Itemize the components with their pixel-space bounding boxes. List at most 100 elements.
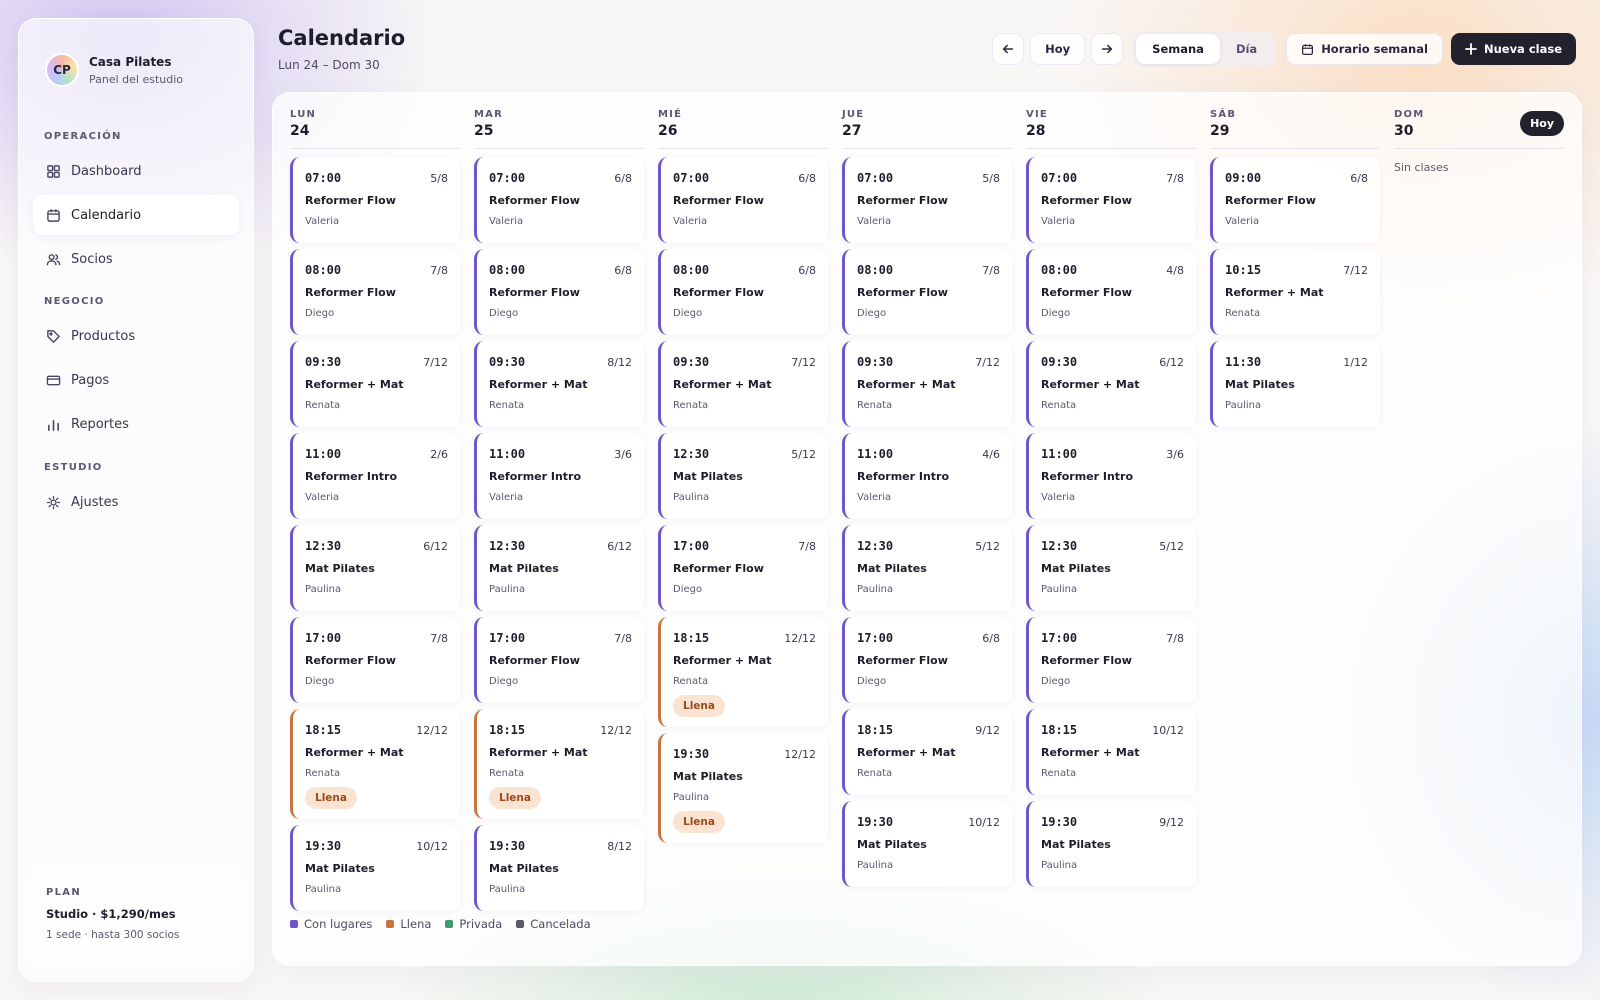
day-name: VIE <box>1026 109 1048 120</box>
class-capacity: 5/12 <box>975 540 1000 553</box>
class-card[interactable]: 10:15 7/12 Reformer + Mat Renata <box>1210 249 1380 335</box>
day-number: 25 <box>474 123 494 139</box>
class-name: Reformer Flow <box>857 286 948 299</box>
bar-chart-icon <box>45 416 61 432</box>
class-capacity: 3/6 <box>614 448 632 461</box>
class-capacity: 6/8 <box>798 172 816 185</box>
sidebar-item-socios[interactable]: Socios <box>33 239 239 279</box>
class-name: Mat Pilates <box>1225 378 1295 391</box>
next-week-button[interactable] <box>1091 33 1124 65</box>
class-card[interactable]: 19:30 10/12 Mat Pilates Paulina <box>842 801 1012 887</box>
class-card[interactable]: 12:30 5/12 Mat Pilates Paulina <box>1026 525 1196 611</box>
sidebar-item-label: Dashboard <box>71 163 142 179</box>
class-card[interactable]: 19:30 12/12 Mat Pilates Paulina Llena <box>658 733 828 843</box>
class-teacher: Paulina <box>489 584 526 595</box>
class-time: 19:30 <box>489 839 526 853</box>
class-card[interactable]: 18:15 9/12 Reformer + Mat Renata <box>842 709 1012 795</box>
class-card[interactable]: 11:00 3/6 Reformer Intro Valeria <box>1026 433 1196 519</box>
view-day-tab[interactable]: Día <box>1220 34 1273 64</box>
class-card[interactable]: 11:00 2/6 Reformer Intro Valeria <box>290 433 460 519</box>
class-time: 18:15 <box>673 631 710 645</box>
class-card[interactable]: 18:15 10/12 Reformer + Mat Renata <box>1026 709 1196 795</box>
sidebar-item-reportes[interactable]: Reportes <box>33 404 239 444</box>
class-name: Mat Pilates <box>673 470 743 483</box>
class-card[interactable]: 08:00 4/8 Reformer Flow Diego <box>1026 249 1196 335</box>
today-button[interactable]: Hoy <box>1030 33 1086 65</box>
sidebar-item-ajustes[interactable]: Ajustes <box>33 482 239 522</box>
class-name: Mat Pilates <box>857 562 927 575</box>
class-card[interactable]: 12:30 5/12 Mat Pilates Paulina <box>658 433 828 519</box>
studio-brand[interactable]: CP Casa Pilates Panel del estudio <box>45 53 183 87</box>
new-class-button[interactable]: Nueva clase <box>1450 33 1576 65</box>
day-header: VIE 28 <box>1026 109 1196 149</box>
legend-swatch <box>386 920 395 928</box>
class-card[interactable]: 11:00 4/6 Reformer Intro Valeria <box>842 433 1012 519</box>
sidebar-item-label: Reportes <box>71 416 129 432</box>
sidebar-item-productos[interactable]: Productos <box>33 316 239 356</box>
studio-subtitle: Panel del estudio <box>89 72 184 86</box>
day-name: MIÉ <box>658 109 683 120</box>
class-card[interactable]: 12:30 6/12 Mat Pilates Paulina <box>474 525 644 611</box>
view-week-tab[interactable]: Semana <box>1136 34 1220 64</box>
class-card[interactable]: 09:30 7/12 Reformer + Mat Renata <box>290 341 460 427</box>
class-card[interactable]: 09:30 7/12 Reformer + Mat Renata <box>658 341 828 427</box>
class-name: Mat Pilates <box>305 862 375 875</box>
tag-icon <box>45 328 61 344</box>
class-card[interactable]: 11:30 1/12 Mat Pilates Paulina <box>1210 341 1380 427</box>
class-card[interactable]: 08:00 6/8 Reformer Flow Diego <box>658 249 828 335</box>
sidebar-item-dashboard[interactable]: Dashboard <box>33 151 239 191</box>
class-teacher: Valeria <box>1041 216 1076 227</box>
sidebar-item-pagos[interactable]: Pagos <box>33 360 239 400</box>
prev-week-button[interactable] <box>992 33 1025 65</box>
plan-description: 1 sede · hasta 300 socios <box>46 929 180 941</box>
class-card[interactable]: 19:30 10/12 Mat Pilates Paulina <box>290 825 460 911</box>
day-name: SÁB <box>1210 109 1237 120</box>
class-card[interactable]: 17:00 7/8 Reformer Flow Diego <box>658 525 828 611</box>
class-card[interactable]: 17:00 7/8 Reformer Flow Diego <box>1026 617 1196 703</box>
day-number: 27 <box>842 123 862 139</box>
day-number: 28 <box>1026 123 1046 139</box>
class-name: Reformer Flow <box>857 194 948 207</box>
class-name: Reformer Flow <box>305 654 396 667</box>
class-card[interactable]: 12:30 6/12 Mat Pilates Paulina <box>290 525 460 611</box>
class-card[interactable]: 09:00 6/8 Reformer Flow Valeria <box>1210 157 1380 243</box>
class-card[interactable]: 07:00 6/8 Reformer Flow Valeria <box>474 157 644 243</box>
class-name: Mat Pilates <box>305 562 375 575</box>
class-teacher: Paulina <box>673 792 710 803</box>
class-teacher: Valeria <box>857 216 892 227</box>
class-card[interactable]: 11:00 3/6 Reformer Intro Valeria <box>474 433 644 519</box>
class-card[interactable]: 17:00 7/8 Reformer Flow Diego <box>474 617 644 703</box>
class-card[interactable]: 09:30 6/12 Reformer + Mat Renata <box>1026 341 1196 427</box>
class-name: Reformer + Mat <box>1041 746 1140 759</box>
day-name: MAR <box>474 109 503 120</box>
section-label-2: ESTUDIO <box>44 462 103 473</box>
weekly-schedule-button[interactable]: Horario semanal <box>1286 33 1443 65</box>
class-card[interactable]: 07:00 6/8 Reformer Flow Valeria <box>658 157 828 243</box>
class-card[interactable]: 09:30 7/12 Reformer + Mat Renata <box>842 341 1012 427</box>
class-card[interactable]: 08:00 7/8 Reformer Flow Diego <box>290 249 460 335</box>
class-card[interactable]: 08:00 7/8 Reformer Flow Diego <box>842 249 1012 335</box>
sidebar-item-calendario[interactable]: Calendario <box>33 195 239 235</box>
class-name: Mat Pilates <box>1041 838 1111 851</box>
class-teacher: Valeria <box>305 492 340 503</box>
day-number: 29 <box>1210 123 1230 139</box>
class-card[interactable]: 07:00 5/8 Reformer Flow Valeria <box>842 157 1012 243</box>
class-capacity: 7/8 <box>614 632 632 645</box>
class-card[interactable]: 08:00 6/8 Reformer Flow Diego <box>474 249 644 335</box>
class-card[interactable]: 12:30 5/12 Mat Pilates Paulina <box>842 525 1012 611</box>
day-header: DOM 30 Hoy <box>1394 109 1564 149</box>
class-card[interactable]: 17:00 7/8 Reformer Flow Diego <box>290 617 460 703</box>
class-card[interactable]: 18:15 12/12 Reformer + Mat Renata Llena <box>658 617 828 727</box>
class-card[interactable]: 07:00 5/8 Reformer Flow Valeria <box>290 157 460 243</box>
legend-label: Con lugares <box>304 917 373 931</box>
class-card[interactable]: 18:15 12/12 Reformer + Mat Renata Llena <box>474 709 644 819</box>
day-name: LUN <box>290 109 317 120</box>
class-card[interactable]: 18:15 12/12 Reformer + Mat Renata Llena <box>290 709 460 819</box>
class-card[interactable]: 19:30 9/12 Mat Pilates Paulina <box>1026 801 1196 887</box>
class-card[interactable]: 17:00 6/8 Reformer Flow Diego <box>842 617 1012 703</box>
class-name: Reformer Flow <box>1041 194 1132 207</box>
class-card[interactable]: 07:00 7/8 Reformer Flow Valeria <box>1026 157 1196 243</box>
class-name: Reformer + Mat <box>673 654 772 667</box>
class-card[interactable]: 09:30 8/12 Reformer + Mat Renata <box>474 341 644 427</box>
class-card[interactable]: 19:30 8/12 Mat Pilates Paulina <box>474 825 644 911</box>
